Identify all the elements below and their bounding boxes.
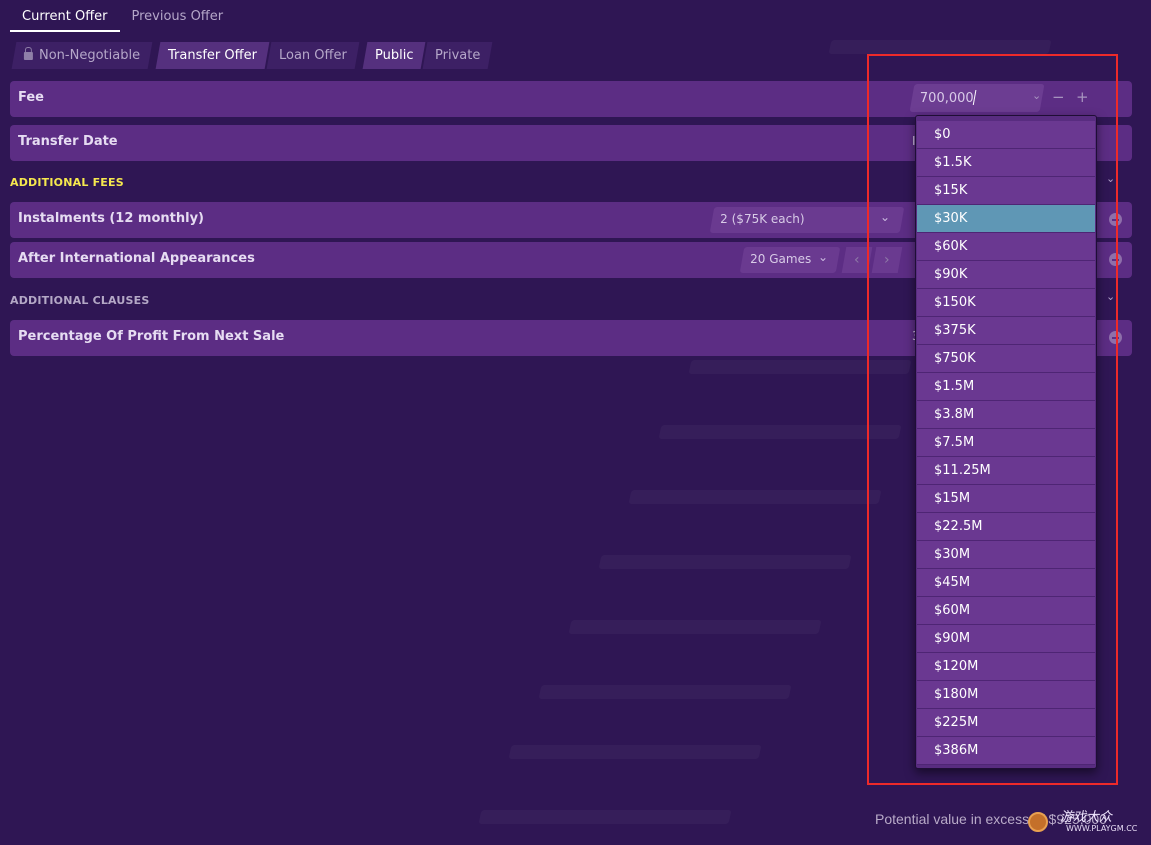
intl-appearances-label: After International Appearances xyxy=(18,251,255,266)
dropdown-option[interactable]: $180M xyxy=(917,681,1095,709)
chevron-down-icon: ⌄ xyxy=(880,210,891,224)
additional-fees-heading: ADDITIONAL FEES xyxy=(10,176,124,189)
dropdown-option[interactable]: $0 xyxy=(917,121,1095,149)
fee-dropdown-list: $0 $1.5K $15K $30K $60K $90K $150K $375K $750K $1… xyxy=(915,115,1097,769)
dropdown-option[interactable]: $15K xyxy=(917,177,1095,205)
dropdown-option[interactable]: $15M xyxy=(917,485,1095,513)
dropdown-option[interactable]: $30M xyxy=(917,541,1095,569)
chevron-right-icon: › xyxy=(884,252,890,268)
fee-input[interactable]: 700,000 xyxy=(909,84,1045,112)
dropdown-option[interactable]: $386M xyxy=(917,737,1095,765)
next-button[interactable]: › xyxy=(871,247,903,273)
dropdown-option[interactable]: $90K xyxy=(917,261,1095,289)
previous-button[interactable]: ‹ xyxy=(841,247,873,273)
dropdown-option[interactable]: $750K xyxy=(917,345,1095,373)
offer-toggles: Non-Negotiable Transfer Offer Loan Offer… xyxy=(11,42,494,69)
public-button[interactable]: Public xyxy=(362,42,426,69)
offer-type-toggle: Transfer Offer Loan Offer xyxy=(155,42,360,69)
loan-offer-button[interactable]: Loan Offer xyxy=(266,42,360,69)
dropdown-option[interactable]: $60K xyxy=(917,233,1095,261)
dropdown-option[interactable]: $7.5M xyxy=(917,429,1095,457)
tab-current-offer[interactable]: Current Offer xyxy=(10,0,120,32)
chevron-down-icon[interactable]: ⌄ xyxy=(1106,290,1115,303)
dropdown-option[interactable]: $120M xyxy=(917,653,1095,681)
watermark-logo xyxy=(1028,812,1048,832)
dropdown-option[interactable]: $3.8M xyxy=(917,401,1095,429)
dropdown-option[interactable]: $1.5K xyxy=(917,149,1095,177)
private-button[interactable]: Private xyxy=(422,42,494,69)
watermark-text: 游戏大众 xyxy=(1060,810,1113,825)
watermark-url: WWW.PLAYGM.CC xyxy=(1066,824,1138,833)
chevron-left-icon: ‹ xyxy=(854,252,860,268)
fee-value: 700,000 xyxy=(919,91,974,106)
offer-tabs: Current Offer Previous Offer xyxy=(10,0,235,32)
fee-row: Fee 700,000 ⌄ − + xyxy=(10,81,1132,117)
transfer-offer-button[interactable]: Transfer Offer xyxy=(155,42,270,69)
dropdown-option[interactable]: $90M xyxy=(917,625,1095,653)
dropdown-option[interactable]: $60M xyxy=(917,597,1095,625)
instalments-dropdown[interactable]: 2 ($75K each) xyxy=(709,207,905,233)
non-negotiable-button[interactable]: Non-Negotiable xyxy=(11,42,153,69)
chevron-down-icon[interactable]: ⌄ xyxy=(1032,89,1041,102)
negotiable-toggle: Non-Negotiable xyxy=(11,42,153,69)
decrease-button[interactable]: − xyxy=(1052,88,1065,106)
fee-label: Fee xyxy=(18,90,44,105)
dropdown-option[interactable]: $45M xyxy=(917,569,1095,597)
remove-icon[interactable] xyxy=(1109,331,1122,344)
games-value: 20 Games xyxy=(750,252,812,266)
dropdown-option[interactable]: $11.25M xyxy=(917,457,1095,485)
remove-icon[interactable] xyxy=(1109,213,1122,226)
transfer-date-label: Transfer Date xyxy=(18,134,118,149)
chevron-down-icon: ⌄ xyxy=(818,250,829,264)
visibility-toggle: Public Private xyxy=(362,42,494,69)
lock-icon xyxy=(23,52,33,60)
tab-previous-offer[interactable]: Previous Offer xyxy=(120,0,236,32)
instalments-value: 2 ($75K each) xyxy=(720,212,805,226)
dropdown-option[interactable]: $225M xyxy=(917,709,1095,737)
instalments-label: Instalments (12 monthly) xyxy=(18,211,204,226)
remove-icon[interactable] xyxy=(1109,253,1122,266)
dropdown-option[interactable]: $30K xyxy=(917,205,1095,233)
chevron-down-icon[interactable]: ⌄ xyxy=(1106,172,1115,185)
profit-label: Percentage Of Profit From Next Sale xyxy=(18,329,285,344)
additional-clauses-heading: ADDITIONAL CLAUSES xyxy=(10,294,150,307)
dropdown-option[interactable]: $1.5M xyxy=(917,373,1095,401)
dropdown-option[interactable]: $150K xyxy=(917,289,1095,317)
dropdown-option[interactable]: $22.5M xyxy=(917,513,1095,541)
increase-button[interactable]: + xyxy=(1076,88,1089,106)
dropdown-option[interactable]: $375K xyxy=(917,317,1095,345)
